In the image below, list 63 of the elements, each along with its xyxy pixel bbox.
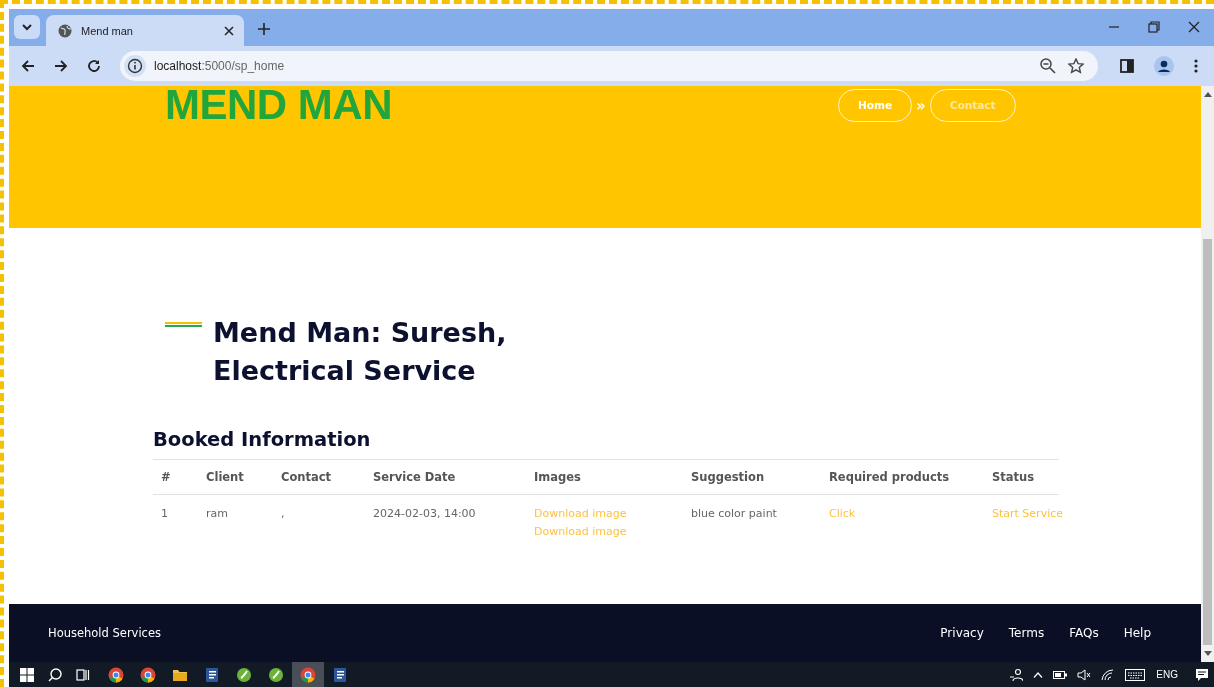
side-panel-icon[interactable] (1120, 59, 1134, 73)
notification-icon[interactable] (1195, 667, 1209, 682)
close-icon[interactable] (1188, 21, 1200, 33)
menu-icon[interactable] (1194, 59, 1198, 73)
caret-up-icon[interactable] (1033, 671, 1044, 678)
footer-link[interactable]: FAQs (1069, 626, 1099, 640)
scrollbar-thumb[interactable] (1203, 239, 1212, 645)
people-icon[interactable] (1009, 667, 1024, 682)
tab-list-icon[interactable] (14, 15, 40, 39)
tab-title: Mend man (81, 24, 134, 37)
chevron-separator: » (916, 96, 926, 115)
profile-icon[interactable] (1154, 56, 1174, 76)
footer-link[interactable]: Privacy (940, 626, 984, 640)
table-cell: ram (206, 505, 228, 523)
column-header: Service Date (365, 459, 526, 495)
close-icon[interactable] (224, 25, 234, 36)
table-cell: , (281, 505, 285, 523)
browser-tab[interactable]: Mend man (46, 15, 244, 46)
windows-icon[interactable] (20, 667, 34, 682)
table-cell: blue color paint (691, 505, 777, 523)
page-title: Mend Man: Suresh, Electrical Service (213, 316, 508, 388)
browser-icon[interactable] (108, 666, 124, 683)
column-header: Required products (821, 459, 984, 495)
column-header: Status (984, 459, 1059, 495)
zoom-out-icon[interactable] (1040, 58, 1056, 74)
footer-link[interactable]: Terms (1008, 626, 1045, 640)
language-indicator[interactable]: ENG (1156, 669, 1178, 680)
table-cell: 2024-02-03, 14:00 (373, 505, 476, 523)
document-icon[interactable] (332, 666, 348, 683)
url-text: localhost:5000/sp_home (154, 59, 285, 73)
battery-icon[interactable] (1053, 669, 1068, 680)
browser-icon[interactable] (300, 666, 316, 683)
new-tab-icon[interactable] (258, 23, 270, 35)
star-icon[interactable] (1068, 58, 1084, 74)
column-header: Contact (273, 459, 365, 495)
column-header: Images (526, 459, 683, 495)
scroll-up-icon[interactable] (1203, 92, 1212, 97)
address-bar[interactable]: localhost:5000/sp_home (120, 51, 1098, 81)
wifi-icon[interactable] (1101, 668, 1116, 681)
back-icon[interactable] (21, 59, 35, 73)
table-cell: 1 (161, 505, 168, 523)
reload-icon[interactable] (87, 59, 101, 73)
accent-line-icon (165, 322, 202, 327)
restore-icon[interactable] (1148, 21, 1160, 33)
app-icon[interactable] (268, 666, 284, 683)
search-icon[interactable] (48, 667, 62, 682)
info-icon[interactable] (124, 55, 146, 77)
column-header: Client (198, 459, 273, 495)
section-heading: Booked Information (153, 428, 372, 451)
scroll-down-icon[interactable] (1203, 651, 1212, 656)
muted-speaker-icon[interactable] (1077, 668, 1092, 681)
footer-link[interactable]: Help (1123, 626, 1151, 640)
scrollbar[interactable] (1201, 86, 1214, 662)
footer-brand: Household Services (48, 626, 161, 640)
forward-icon[interactable] (54, 59, 68, 73)
task-view-icon[interactable] (76, 667, 90, 682)
globe-icon (58, 23, 72, 38)
column-header: # (153, 459, 198, 495)
browser-icon[interactable] (140, 666, 156, 683)
document-icon[interactable] (204, 666, 220, 683)
app-icon[interactable] (236, 666, 252, 683)
keyboard-icon[interactable] (1125, 668, 1146, 681)
column-header: Suggestion (683, 459, 821, 495)
